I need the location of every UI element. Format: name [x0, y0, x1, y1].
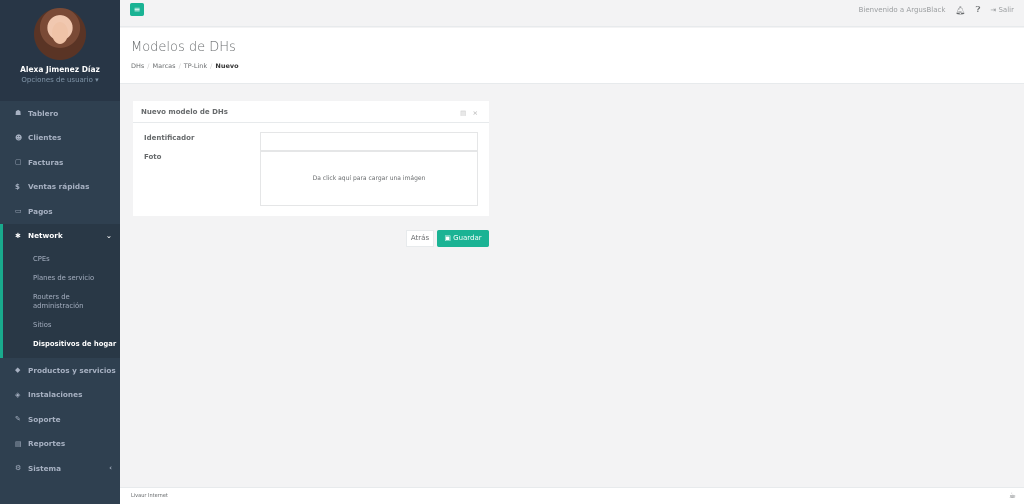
card-header: Nuevo modelo de DHs ▤ × [133, 101, 489, 123]
breadcrumb-separator: / [178, 62, 181, 70]
sidebar-item-label: Soporte [28, 414, 61, 424]
card-tools[interactable]: ▤ × [460, 109, 480, 117]
wrench-icon: ✎ [15, 415, 21, 424]
sidebar-subitem-dispositivos[interactable]: Dispositivos de hogar [3, 335, 120, 354]
sidebar-item-label: Ventas rápidas [28, 182, 90, 192]
back-button[interactable]: Atrás [406, 230, 434, 247]
footer: Livaur Internet ☕ [120, 487, 1024, 504]
coffee-icon: ☕ [1008, 491, 1016, 500]
sidebar-item-facturas[interactable]: ▢ Facturas [0, 150, 120, 175]
book-icon: ▤ [15, 439, 22, 448]
profile-section: Alexa Jimenez Díaz Opciones de usuario ▾ [0, 0, 120, 101]
sidebar-item-ventas-rapidas[interactable]: $ Ventas rápidas [0, 175, 120, 200]
dashboard-icon: ☗ [15, 109, 22, 118]
bell-icon[interactable]: 🔔︎ [955, 6, 965, 15]
gear-icon: ⚙ [15, 464, 22, 473]
sidebar-item-network[interactable]: ✱ Network ⌄ [0, 223, 120, 248]
chevron-left-icon: ‹ [109, 464, 112, 473]
logout-link[interactable]: ⇥ Salir [990, 6, 1014, 14]
sidebar-item-label: Clientes [28, 133, 62, 143]
sidebar-item-instalaciones[interactable]: ◈ Instalaciones [0, 383, 120, 408]
breadcrumb-item-current: Nuevo [215, 62, 239, 70]
top-right-area: Bienvenido a ArgusBlack 🔔︎ ❓︎ ⇥ Salir [859, 5, 1014, 15]
sidebar-item-clientes[interactable]: ☻ Clientes [0, 126, 120, 151]
dollar-icon: $ [15, 182, 20, 191]
sidebar-item-label: Tablero [28, 108, 59, 118]
sidebar-item-tablero[interactable]: ☗ Tablero [0, 101, 120, 126]
file-icon: ▢ [15, 158, 22, 167]
sidebar-item-soporte[interactable]: ✎ Soporte [0, 407, 120, 432]
user-name: Alexa Jimenez Díaz [20, 65, 100, 74]
sidebar-item-label: Instalaciones [28, 390, 83, 400]
chevron-down-icon: ⌄ [105, 231, 112, 241]
breadcrumb: DHs / Marcas / TP-Link / Nuevo [131, 62, 1024, 70]
menu-toggle-button[interactable]: ≡ [130, 3, 144, 16]
sidebar-item-reportes[interactable]: ▤ Reportes [0, 432, 120, 457]
sidebar-subitem-cpes[interactable]: CPEs [3, 250, 120, 269]
logout-label: Salir [998, 6, 1014, 14]
sidebar: Alexa Jimenez Díaz Opciones de usuario ▾… [0, 0, 120, 504]
sidebar-subitem-routers[interactable]: Routers de administración [3, 288, 120, 316]
breadcrumb-separator: / [147, 62, 150, 70]
sidebar-item-label: Reportes [28, 439, 66, 449]
save-label: Guardar [453, 234, 482, 242]
identifier-input[interactable] [260, 132, 478, 151]
sidebar-menu: ☗ Tablero ☻ Clientes ▢ Facturas $ Ventas ráp… [0, 101, 120, 481]
breadcrumb-item-tplink[interactable]: TP-Link [184, 62, 207, 70]
dropzone-text: Da click aquí para cargar una imágen [312, 175, 426, 182]
photo-label: Foto [144, 153, 162, 161]
welcome-message: Bienvenido a ArgusBlack [858, 6, 946, 14]
sidebar-item-label: Productos y servicios [28, 365, 116, 375]
sidebar-subitem-sitios[interactable]: Sitios [3, 316, 120, 335]
pin-icon: ◈ [15, 390, 21, 399]
network-icon: ✱ [15, 231, 21, 240]
avatar[interactable] [34, 8, 86, 60]
user-options-dropdown[interactable]: Opciones de usuario ▾ [0, 76, 120, 84]
tag-icon: ◆ [15, 366, 21, 375]
sidebar-item-label: Facturas [28, 157, 64, 167]
sidebar-item-pagos[interactable]: ▭ Pagos [0, 199, 120, 224]
sidebar-item-label: Pagos [28, 206, 53, 216]
page-heading: Modelos de DHs DHs / Marcas / TP-Link / Nuevo [120, 28, 1024, 84]
network-submenu: CPEs Planes de servicio Routers de admin… [0, 248, 120, 358]
sidebar-subitem-planes[interactable]: Planes de servicio [3, 269, 120, 288]
help-icon[interactable]: ❓︎ [976, 5, 981, 15]
sidebar-item-label: Network [28, 231, 63, 241]
photo-upload-dropzone[interactable]: Da click aquí para cargar una imágen [260, 151, 478, 206]
users-icon: ☻ [15, 133, 23, 142]
save-icon: ▣ [444, 234, 454, 242]
page-title: Modelos de DHs [131, 40, 236, 55]
form-card: Nuevo modelo de DHs ▤ × Identificador Fo… [133, 101, 489, 216]
sidebar-item-sistema[interactable]: ⚙ Sistema ‹ [0, 456, 120, 481]
save-button[interactable]: ▣ Guardar [437, 230, 489, 247]
breadcrumb-separator: / [210, 62, 213, 70]
sidebar-item-productos[interactable]: ◆ Productos y servicios [0, 358, 120, 383]
breadcrumb-item-dhs[interactable]: DHs [131, 62, 144, 70]
top-navbar: ≡ Bienvenido a ArgusBlack 🔔︎ ❓︎ ⇥ Salir [120, 0, 1024, 27]
card-title: Nuevo modelo de DHs [141, 108, 228, 116]
breadcrumb-item-marcas[interactable]: Marcas [152, 62, 175, 70]
footer-text: Livaur Internet [131, 493, 168, 499]
identifier-label: Identificador [144, 134, 195, 142]
money-icon: ▭ [15, 207, 22, 216]
sidebar-item-label: Sistema [28, 463, 62, 473]
